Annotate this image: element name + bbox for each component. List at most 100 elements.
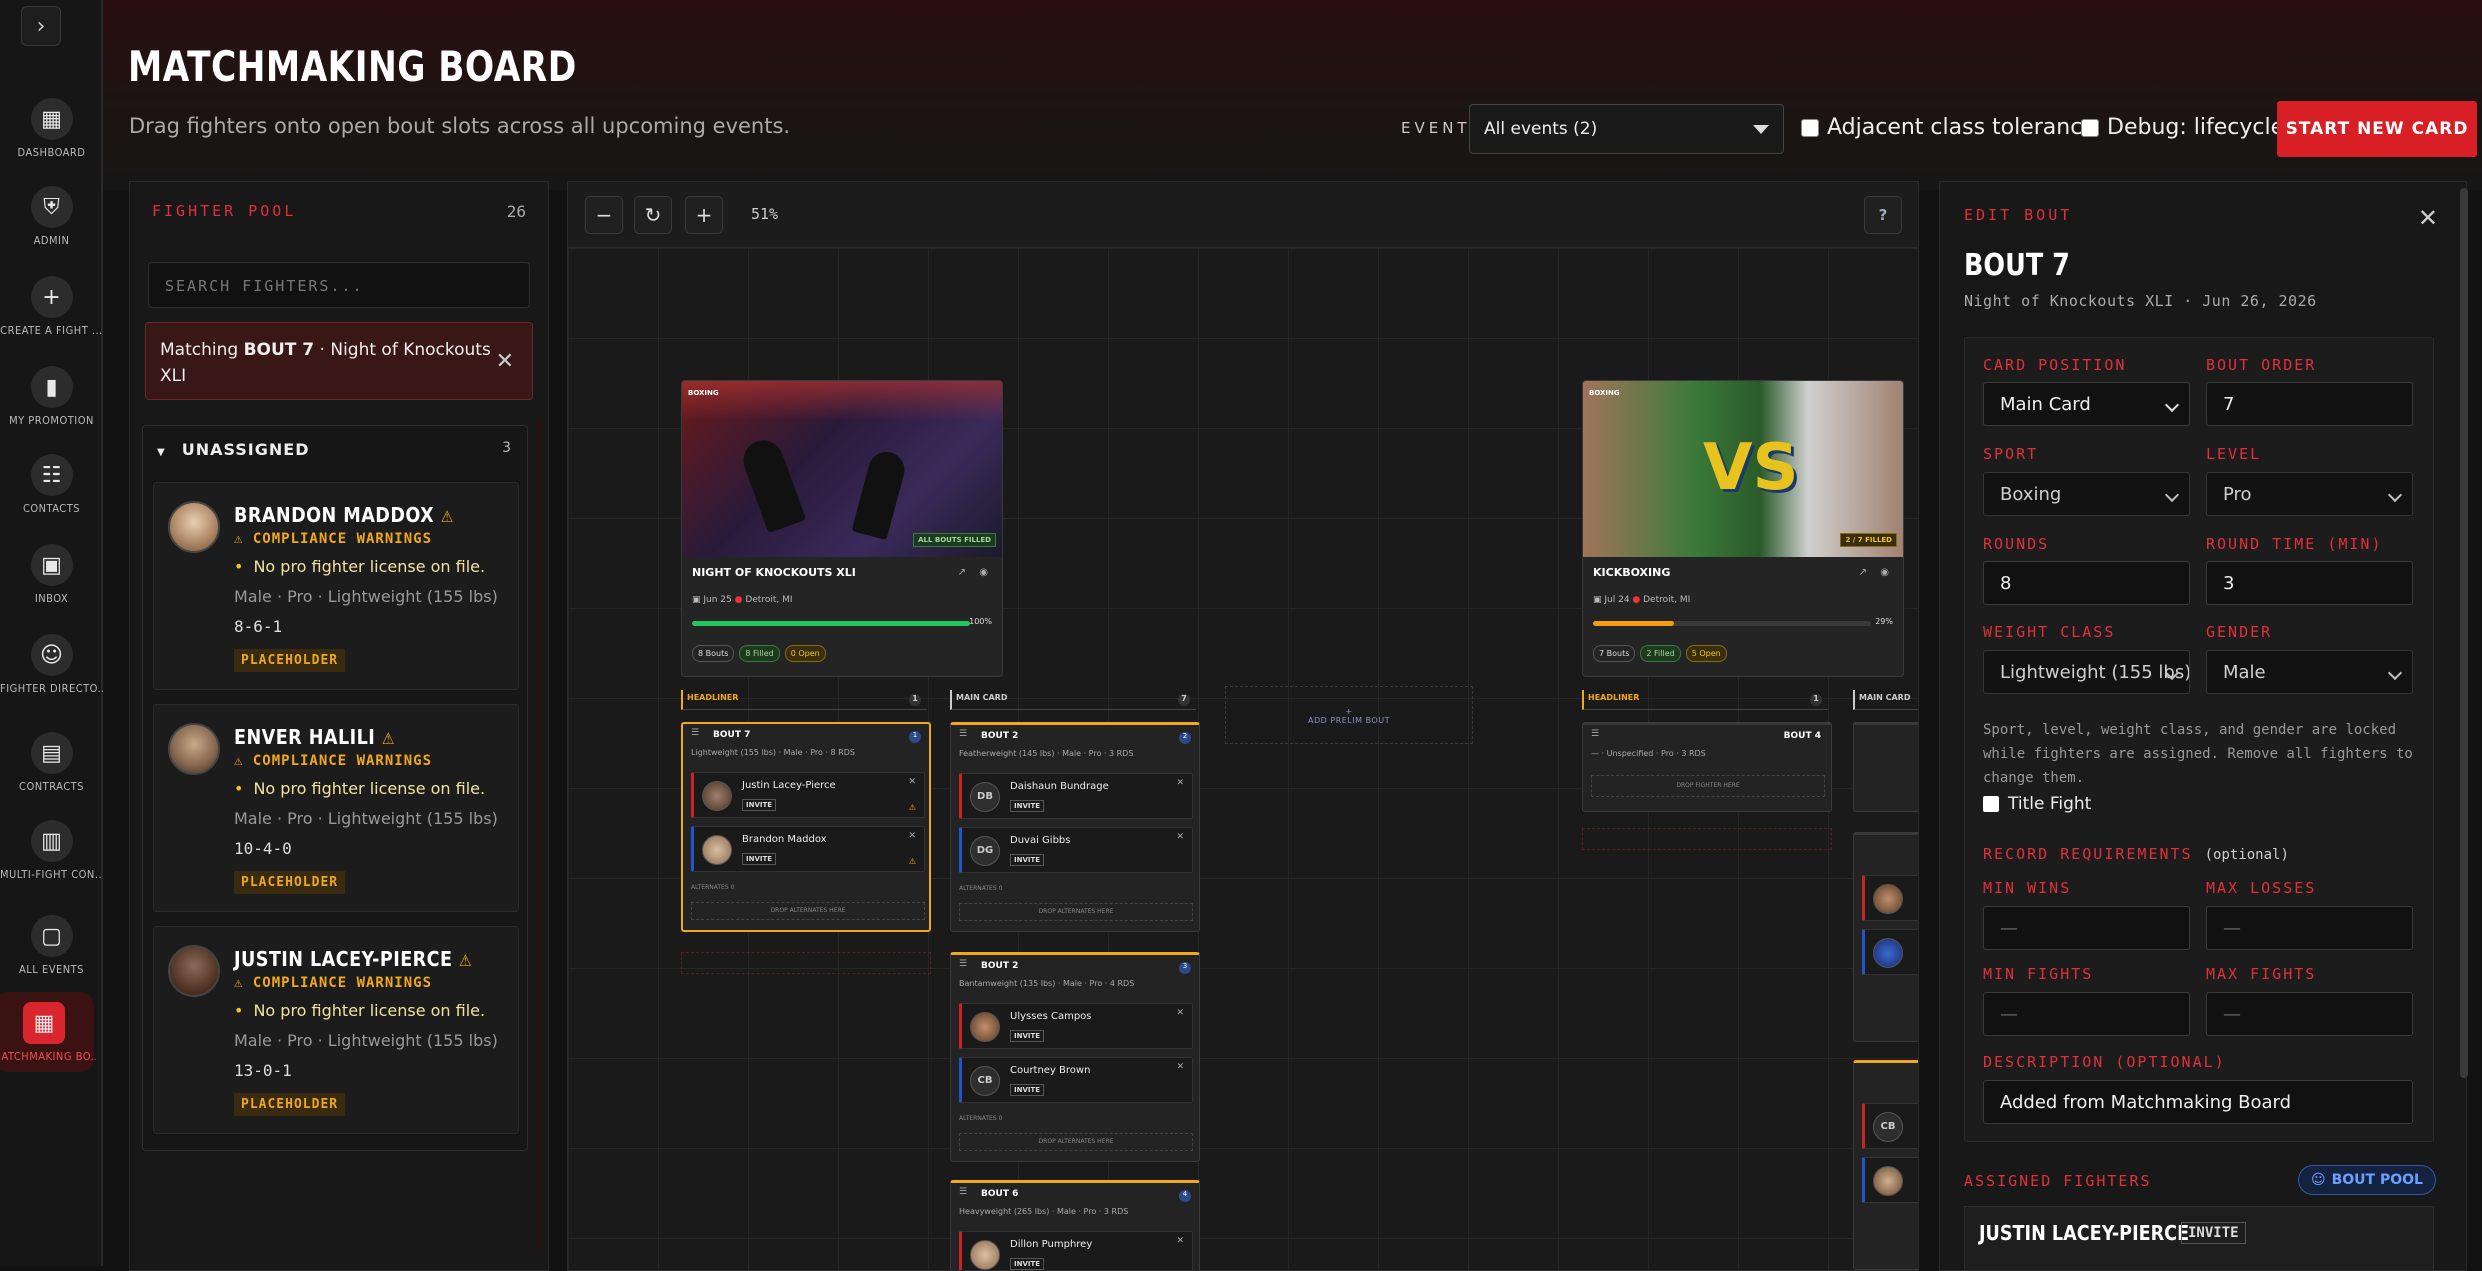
bout-number-badge: 2 — [1179, 732, 1191, 744]
bout-order-input[interactable]: 7 — [2206, 382, 2413, 426]
blue-corner-slot[interactable] — [1862, 929, 1918, 975]
drop-alternates-zone[interactable]: DROP ALTERNATES HERE — [959, 903, 1193, 921]
sidebar-item-my-promotion[interactable]: ▮ MY PROMOTION — [0, 356, 103, 436]
rounds-input[interactable]: 8 — [1983, 561, 2190, 605]
assigned-fighter-card[interactable]: JUSTIN LACEY-PIERCE INVITE — [1964, 1206, 2434, 1270]
red-corner-slot[interactable] — [1862, 875, 1918, 921]
sidebar-item-multi-fight-con[interactable]: ▥ MULTI-FIGHT CON... — [0, 810, 103, 890]
drop-alternates-zone[interactable]: DROP ALTERNATES HERE — [691, 902, 925, 920]
min-fights-input[interactable]: — — [1983, 992, 2190, 1036]
bout-card[interactable]: ☰ BOUT 6 4 Heavyweight (265 lbs) · Male … — [950, 1180, 1200, 1270]
sidebar-item-matchmaking-bo[interactable]: ▦ MATCHMAKING BO... — [0, 992, 96, 1072]
start-new-card-button[interactable]: START NEW CARD — [2277, 101, 2477, 157]
red-corner-slot[interactable]: DB Daishaun Bundrage INVITE ✕ — [959, 773, 1193, 819]
zoom-in-button[interactable]: + — [685, 196, 723, 234]
min-wins-input[interactable]: — — [1983, 906, 2190, 950]
sidebar-item-inbox[interactable]: ▣ INBOX — [0, 534, 103, 614]
level-select[interactable]: Pro — [2206, 472, 2413, 516]
remove-icon[interactable]: ✕ — [1176, 832, 1184, 842]
event-card[interactable]: VS BOXING 2 / 7 FILLED KICKBOXING ↗ ◉ ▣ … — [1582, 380, 1904, 677]
weight-class-select[interactable]: Lightweight (155 lbs) — [1983, 650, 2190, 694]
external-link-icon[interactable]: ↗ — [1859, 567, 1867, 578]
remove-icon[interactable]: ✕ — [908, 831, 916, 841]
calendar-icon: ▢ — [30, 915, 73, 957]
blue-corner-slot[interactable]: Brandon Maddox INVITE ✕ ⚠ — [691, 826, 925, 872]
round-time-input[interactable]: 3 — [2206, 561, 2413, 605]
bout-card[interactable]: ☰ BOUT 2 2 Featherweight (145 lbs) · Mal… — [950, 722, 1200, 932]
group-header[interactable]: ▼ UNASSIGNED — [157, 440, 309, 459]
eye-icon[interactable]: ◉ — [979, 567, 988, 578]
close-icon[interactable]: ✕ — [2418, 204, 2438, 232]
sidebar-item-all-events[interactable]: ▢ ALL EVENTS — [0, 905, 103, 985]
drag-handle-icon[interactable]: ☰ — [959, 729, 967, 739]
red-corner-slot[interactable]: Justin Lacey-Pierce INVITE ✕ ⚠ — [691, 772, 925, 818]
remove-icon[interactable]: ✕ — [1176, 778, 1184, 788]
bout-card[interactable]: ☰ BOUT 2 3 Bantamweight (135 lbs) · Male… — [950, 952, 1200, 1162]
sidebar-item-contacts[interactable]: ☷ CONTACTS — [0, 444, 103, 524]
red-corner-slot[interactable]: Dillon Pumphrey INVITE ✕ — [959, 1231, 1193, 1270]
add-prelim-bout-button[interactable]: + ADD PRELIM BOUT — [1225, 686, 1473, 744]
open-pill: 0 Open — [784, 645, 826, 662]
title-fight-checkbox[interactable]: Title Fight — [1983, 794, 2091, 814]
bout-pool-button[interactable]: ☺ BOUT POOL — [2298, 1165, 2436, 1195]
edit-panel-scrollbar[interactable] — [2460, 188, 2468, 1078]
help-button[interactable]: ? — [1864, 196, 1902, 234]
remove-icon[interactable]: ✕ — [1176, 1062, 1184, 1072]
drop-fighter-zone[interactable]: DROP FIGHTER HERE — [1591, 775, 1825, 797]
pool-scrollbar[interactable] — [537, 420, 541, 1250]
gender-select[interactable]: Male — [2206, 650, 2413, 694]
sidebar-item-create-a-fight[interactable]: + CREATE A FIGHT ... — [0, 266, 103, 346]
max-fights-input[interactable]: — — [2206, 992, 2413, 1036]
external-link-icon[interactable]: ↗ — [958, 567, 966, 578]
headliner-column-header: HEADLINER 1 — [681, 690, 927, 710]
bout-card-selected[interactable]: ☰ BOUT 7 1 Lightweight (155 lbs) · Male … — [681, 722, 931, 932]
event-select[interactable]: All events (2) — [1469, 104, 1784, 154]
fighter-name: Daishaun Bundrage — [1010, 781, 1109, 792]
adjacent-class-checkbox[interactable]: Adjacent class tolerance — [1801, 115, 2096, 140]
close-icon[interactable]: ✕ — [496, 349, 514, 375]
sport-select[interactable]: Boxing — [1983, 472, 2190, 516]
eye-icon[interactable]: ◉ — [1880, 567, 1889, 578]
bout-card-partial[interactable] — [1853, 832, 1918, 1042]
sidebar-item-fighter-directo[interactable]: ☺ FIGHTER DIRECTO... — [0, 624, 103, 704]
drag-handle-icon[interactable]: ☰ — [959, 1187, 967, 1197]
search-fighters-input[interactable]: SEARCH FIGHTERS... — [148, 262, 530, 308]
sidebar-item-contracts[interactable]: ▤ CONTRACTS — [0, 722, 103, 802]
drag-handle-icon[interactable]: ☰ — [691, 728, 699, 738]
blue-corner-slot[interactable] — [1862, 1157, 1918, 1203]
debug-lifecycle-checkbox[interactable]: Debug: lifecycle — [2081, 115, 2284, 140]
checkbox-box[interactable] — [2081, 118, 2099, 137]
drag-handle-icon[interactable]: ☰ — [1591, 729, 1599, 739]
drop-zone[interactable] — [1582, 828, 1832, 850]
bout-card[interactable]: ☰ BOUT 4 — · Unspecified · Pro · 3 RDS D… — [1582, 722, 1832, 812]
card-position-select[interactable]: Main Card — [1983, 382, 2190, 426]
checkbox-box[interactable] — [1801, 118, 1819, 137]
bout-card-partial[interactable]: CB — [1853, 1060, 1918, 1270]
drop-zone[interactable] — [681, 952, 931, 974]
reset-view-icon[interactable]: ↻ — [634, 196, 672, 234]
chevron-right-icon[interactable]: › — [21, 6, 61, 46]
fighter-card[interactable]: JUSTIN LACEY-PIERCE ⚠ ⚠ COMPLIANCE WARNIN… — [153, 926, 519, 1134]
drop-alternates-zone[interactable]: DROP ALTERNATES HERE — [959, 1133, 1193, 1151]
event-card[interactable]: BOXING ALL BOUTS FILLED NIGHT OF KNOCKOU… — [681, 380, 1003, 677]
description-input[interactable]: Added from Matchmaking Board — [1983, 1080, 2413, 1124]
zoom-out-button[interactable]: − — [585, 196, 623, 234]
sidebar-item-admin[interactable]: ⛨ ADMIN — [0, 176, 103, 256]
red-corner-slot[interactable]: Ulysses Campos INVITE ✕ — [959, 1003, 1193, 1049]
blue-corner-slot[interactable]: DG Duvai Gibbs INVITE ✕ — [959, 827, 1193, 873]
remove-icon[interactable]: ✕ — [908, 777, 916, 787]
red-corner-slot[interactable]: CB — [1862, 1103, 1918, 1149]
headliner-column-header: HEADLINER 1 — [1582, 690, 1828, 710]
bout-card-partial[interactable] — [1853, 722, 1918, 812]
drag-handle-icon[interactable]: ☰ — [959, 959, 967, 969]
avatar — [1873, 938, 1903, 968]
remove-icon[interactable]: ✕ — [1176, 1008, 1184, 1018]
checkbox-box[interactable] — [1983, 796, 1999, 812]
max-losses-input[interactable]: — — [2206, 906, 2413, 950]
remove-icon[interactable]: ✕ — [1176, 1236, 1184, 1246]
blue-corner-slot[interactable]: CB Courtney Brown INVITE ✕ — [959, 1057, 1193, 1103]
fighter-card[interactable]: BRANDON MADDOX ⚠ ⚠ COMPLIANCE WARNINGS No … — [153, 482, 519, 690]
fighter-card[interactable]: ENVER HALILI ⚠ ⚠ COMPLIANCE WARNINGS No pr… — [153, 704, 519, 912]
board-canvas[interactable]: − ↻ + 51% ? BOXING ALL BOUTS FILLED NIGH… — [567, 181, 1919, 1271]
sidebar-item-dashboard[interactable]: ▦ DASHBOARD — [0, 88, 103, 168]
